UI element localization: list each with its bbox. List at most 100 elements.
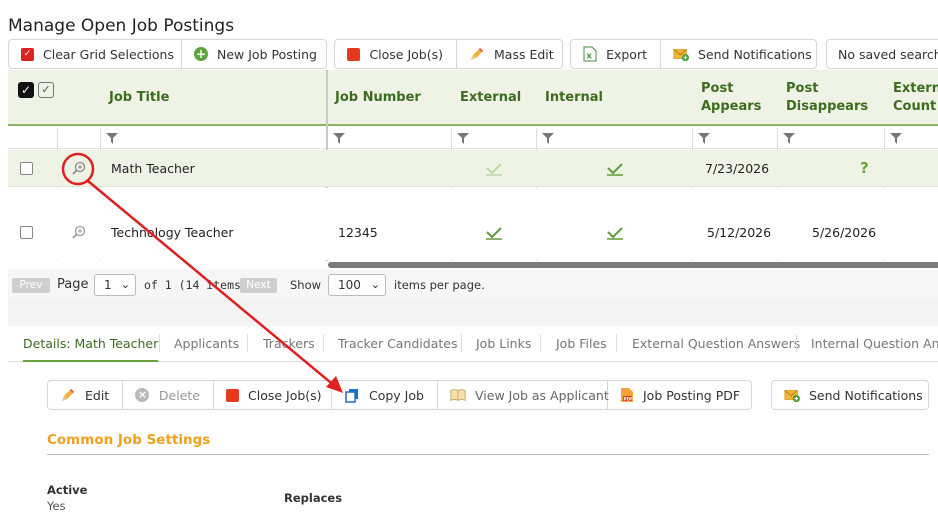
col-header-job-title[interactable]: Job Title — [109, 89, 169, 107]
page-title: Manage Open Job Postings — [8, 16, 235, 36]
export-label: Export — [606, 46, 647, 62]
col-header-internal[interactable]: Internal — [545, 89, 603, 107]
mass-edit-button[interactable]: Mass Edit — [457, 40, 562, 68]
grid-toolbar-group-1: ✓ Clear Grid Selections + New Job Postin… — [8, 39, 327, 69]
new-job-posting-button[interactable]: + New Job Posting — [182, 40, 326, 68]
job-number-cell: 12345 — [338, 225, 378, 240]
tab-applicants[interactable]: Applicants — [174, 336, 239, 351]
col-header-job-number[interactable]: Job Number — [335, 89, 421, 107]
table-row[interactable]: Math Teacher 7/23/2026 ? — [8, 150, 938, 187]
funnel-icon[interactable] — [890, 133, 902, 144]
row-checkbox[interactable] — [20, 226, 33, 239]
pencil-icon — [60, 387, 76, 403]
tab-separator — [159, 334, 160, 352]
close-jobs-button[interactable]: Close Job(s) — [335, 40, 457, 68]
select-all-checkbox-icon[interactable]: ✓ — [18, 82, 34, 98]
tab-trackers[interactable]: Trackers — [263, 336, 315, 351]
tab-separator — [796, 334, 797, 352]
envelope-plus-icon — [784, 387, 800, 403]
tab-separator — [247, 334, 248, 352]
prev-page-button[interactable]: Prev — [12, 278, 50, 293]
col-header-external-count[interactable]: External Count — [893, 80, 938, 116]
col-header-post-appears[interactable]: Post Appears — [701, 80, 761, 116]
filter-row — [8, 128, 938, 149]
tab-separator — [540, 334, 541, 352]
checkmark-icon — [607, 227, 623, 240]
red-square-icon — [347, 46, 361, 62]
tab-details[interactable]: Details: Math Teacher — [23, 336, 159, 362]
job-posting-pdf-button[interactable]: PDF Job Posting PDF — [608, 381, 751, 409]
job-title-cell: Math Teacher — [111, 161, 195, 176]
clear-grid-label: Clear Grid Selections — [43, 46, 174, 62]
replaces-label: Replaces — [284, 491, 343, 505]
detail-close-jobs-label: Close Job(s) — [248, 387, 322, 403]
next-page-button[interactable]: Next — [240, 278, 277, 293]
svg-text:X: X — [587, 53, 593, 61]
red-square-icon — [226, 387, 239, 403]
zoom-icon[interactable] — [72, 161, 86, 175]
table-row[interactable]: Technology Teacher 12345 5/12/2026 5/26/… — [8, 188, 938, 260]
funnel-icon[interactable] — [333, 133, 345, 144]
post-disappears-line1: Post — [786, 81, 819, 96]
pencil-icon — [469, 46, 485, 62]
plus-circle-icon: + — [194, 47, 208, 61]
export-button[interactable]: X Export — [571, 40, 661, 68]
new-job-label: New Job Posting — [217, 46, 317, 62]
details-tabs: Details: Math Teacher Applicants Tracker… — [8, 326, 938, 362]
send-notifications-label: Send Notifications — [698, 46, 812, 62]
page-select[interactable]: 1 ⌄ — [94, 274, 136, 296]
view-job-as-applicant-button[interactable]: View Job as Applicant — [438, 381, 609, 409]
zoom-icon[interactable] — [72, 225, 86, 239]
post-appears-line1: Post — [701, 81, 734, 96]
funnel-icon[interactable] — [106, 133, 118, 144]
active-label: Active — [47, 483, 88, 497]
job-title-cell: Technology Teacher — [111, 225, 234, 240]
svg-text:PDF: PDF — [624, 396, 634, 401]
edit-button[interactable]: Edit — [48, 381, 123, 409]
post-appears-line2: Appears — [701, 99, 762, 114]
tab-job-links[interactable]: Job Links — [476, 336, 531, 351]
section-divider — [47, 454, 929, 455]
per-page-select[interactable]: 100 ⌄ — [328, 274, 386, 296]
grid-details-divider — [8, 299, 938, 326]
row-checkbox[interactable] — [20, 162, 33, 175]
detail-send-notifications-label: Send Notifications — [809, 387, 923, 403]
post-appears-cell: 5/12/2026 — [707, 225, 772, 240]
pdf-label: Job Posting PDF — [643, 387, 741, 403]
send-notifications-button[interactable]: Send Notifications — [661, 40, 816, 68]
tab-tracker-candidates[interactable]: Tracker Candidates — [338, 336, 457, 351]
per-page-suffix: items per page. — [394, 278, 485, 292]
clear-grid-selections-button[interactable]: ✓ Clear Grid Selections — [9, 40, 182, 68]
tab-job-files[interactable]: Job Files — [556, 336, 607, 351]
detail-close-jobs-button[interactable]: Close Job(s) — [214, 381, 332, 409]
copy-job-label: Copy Job — [369, 387, 424, 403]
post-disappears-cell: 5/26/2026 — [812, 225, 877, 240]
select-page-checkbox-icon[interactable]: ✓ — [38, 82, 54, 98]
funnel-icon[interactable] — [698, 133, 710, 144]
tab-separator — [461, 334, 462, 352]
checkmark-icon — [486, 227, 502, 240]
funnel-icon[interactable] — [542, 133, 554, 144]
tab-internal-question-answers[interactable]: Internal Question Answers — [811, 336, 938, 351]
col-header-external[interactable]: External — [460, 89, 521, 107]
grid-toolbar-group-2: Close Job(s) Mass Edit — [334, 39, 563, 69]
book-icon — [450, 387, 466, 403]
copy-icon — [344, 387, 360, 403]
saved-searches-dropdown[interactable]: No saved searches — [826, 39, 938, 69]
funnel-icon[interactable] — [457, 133, 469, 144]
post-disappears-line2: Disappears — [786, 99, 869, 114]
horizontal-scrollbar[interactable] — [328, 262, 938, 268]
tab-external-question-answers[interactable]: External Question Answers — [632, 336, 800, 351]
chevron-down-icon: ⌄ — [120, 278, 130, 291]
checkmark-icon — [607, 163, 623, 176]
section-title: Common Job Settings — [47, 432, 211, 448]
col-header-post-disappears[interactable]: Post Disappears — [786, 80, 868, 116]
funnel-icon[interactable] — [783, 133, 795, 144]
delete-button[interactable]: × Delete — [123, 381, 214, 409]
envelope-plus-icon — [673, 46, 689, 62]
copy-job-button[interactable]: Copy Job — [332, 381, 438, 409]
external-count-line2: Count — [893, 99, 937, 114]
delete-circle-icon: × — [135, 387, 150, 403]
detail-send-notifications-button[interactable]: Send Notifications — [772, 381, 928, 409]
page-label: Page — [57, 277, 89, 292]
